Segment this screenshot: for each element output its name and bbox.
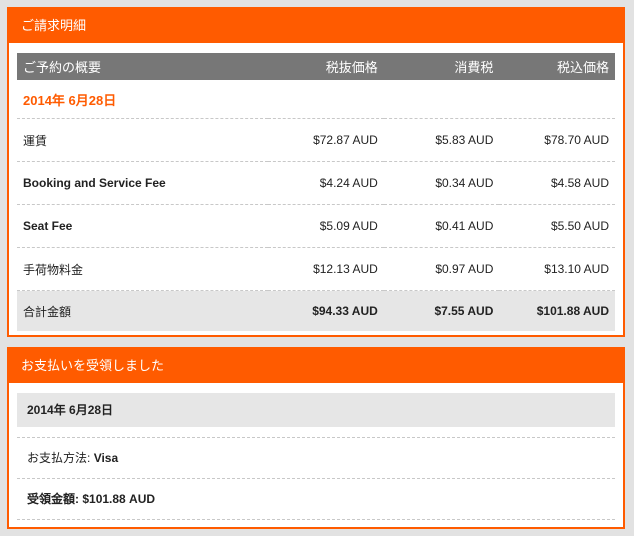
- col-header-summary: ご予約の概要: [17, 53, 269, 80]
- row-tax: $0.97 AUD: [383, 247, 500, 291]
- payment-method-value: Visa: [93, 451, 119, 465]
- total-row: 合計金額 $94.33 AUD $7.55 AUD $101.88 AUD: [17, 290, 615, 331]
- table-row: 運賃 $72.87 AUD $5.83 AUD $78.70 AUD: [17, 118, 615, 162]
- invoice-body: ご予約の概要 税抜価格 消費税 税込価格 2014年 6月28日 運賃 $72.…: [9, 43, 623, 331]
- payment-title: お支払いを受領しました: [9, 349, 623, 383]
- payment-amount-value: $101.88 AUD: [82, 492, 156, 506]
- table-row: 手荷物料金 $12.13 AUD $0.97 AUD $13.10 AUD: [17, 247, 615, 291]
- divider: [17, 519, 615, 520]
- col-header-tax: 消費税: [383, 53, 500, 80]
- payment-body: 2014年 6月28日 お支払方法: Visa 受領金額: $101.88 AU…: [9, 383, 623, 520]
- row-tax: $0.41 AUD: [383, 204, 500, 248]
- col-header-total: 税込価格: [499, 53, 615, 80]
- row-total: $4.58 AUD: [499, 161, 615, 205]
- row-label: Seat Fee: [17, 204, 269, 248]
- row-pretax: $4.24 AUD: [268, 161, 384, 205]
- payment-panel: お支払いを受領しました 2014年 6月28日 お支払方法: Visa 受領金額…: [7, 347, 625, 529]
- row-label: 手荷物料金: [17, 247, 269, 291]
- row-total: $13.10 AUD: [499, 247, 615, 291]
- payment-method-row: お支払方法: Visa: [17, 437, 615, 478]
- row-label: 運賃: [17, 118, 269, 162]
- payment-method-label: お支払方法:: [27, 451, 91, 465]
- total-tax: $7.55 AUD: [383, 290, 500, 331]
- row-total: $5.50 AUD: [499, 204, 615, 248]
- payment-amount-label: 受領金額:: [27, 492, 79, 506]
- invoice-panel: ご請求明細 ご予約の概要 税抜価格 消費税 税込価格 2014年 6月28日 運…: [7, 7, 625, 337]
- row-tax: $5.83 AUD: [383, 118, 500, 162]
- booking-date: 2014年 6月28日: [17, 80, 615, 119]
- table-row: Booking and Service Fee $4.24 AUD $0.34 …: [17, 161, 615, 205]
- payment-date: 2014年 6月28日: [17, 393, 615, 427]
- row-label: Booking and Service Fee: [17, 161, 269, 205]
- col-header-pretax: 税抜価格: [268, 53, 384, 80]
- total-pretax: $94.33 AUD: [268, 290, 384, 331]
- invoice-header-row: ご予約の概要 税抜価格 消費税 税込価格: [17, 53, 615, 80]
- invoice-title: ご請求明細: [9, 9, 623, 43]
- row-tax: $0.34 AUD: [383, 161, 500, 205]
- table-row: Seat Fee $5.09 AUD $0.41 AUD $5.50 AUD: [17, 204, 615, 248]
- row-pretax: $5.09 AUD: [268, 204, 384, 248]
- total-amount: $101.88 AUD: [499, 290, 615, 331]
- booking-date-row: 2014年 6月28日: [17, 80, 615, 119]
- row-pretax: $72.87 AUD: [268, 118, 384, 162]
- payment-amount-row: 受領金額: $101.88 AUD: [17, 478, 615, 519]
- invoice-table: ご予約の概要 税抜価格 消費税 税込価格 2014年 6月28日 運賃 $72.…: [17, 53, 615, 331]
- total-label: 合計金額: [17, 290, 269, 331]
- row-pretax: $12.13 AUD: [268, 247, 384, 291]
- row-total: $78.70 AUD: [499, 118, 615, 162]
